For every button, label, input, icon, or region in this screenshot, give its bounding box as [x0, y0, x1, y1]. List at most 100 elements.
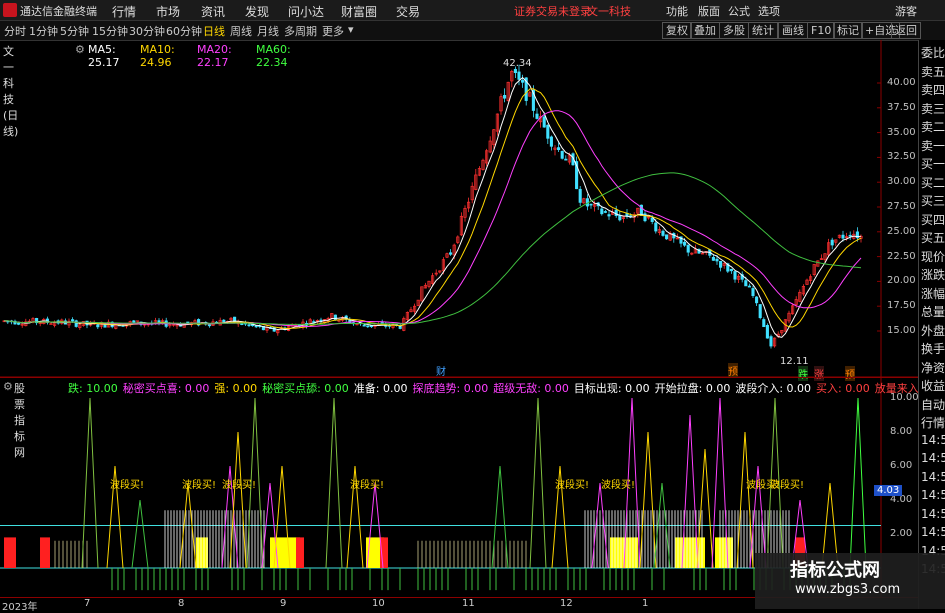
- side-panel-label[interactable]: 14:5: [921, 433, 945, 447]
- menu-item-shichang[interactable]: 市场: [156, 3, 180, 20]
- side-panel-label[interactable]: 行情: [921, 414, 945, 431]
- menu-item-jiaoyi[interactable]: 交易: [396, 3, 420, 20]
- ma60-line: [4, 172, 862, 325]
- indicator-value: 强: 0.00: [214, 382, 258, 395]
- indicator-spike: [131, 499, 149, 569]
- period-tab[interactable]: 30分钟: [129, 23, 165, 39]
- guest-label[interactable]: 游客: [895, 3, 917, 19]
- side-panel-label[interactable]: 卖五: [921, 63, 945, 80]
- period-tab[interactable]: 5分钟: [60, 23, 89, 39]
- side-panel-label[interactable]: 14:5: [921, 451, 945, 465]
- candle-body: [17, 322, 21, 325]
- candle-body: [618, 214, 622, 221]
- period-tab[interactable]: 1分钟: [29, 23, 58, 39]
- top-stock-name: 文一科技: [587, 5, 631, 18]
- side-panel-label[interactable]: 卖三: [921, 100, 945, 117]
- marker-die[interactable]: 跌: [798, 366, 808, 381]
- side-panel-label[interactable]: 外盘: [921, 322, 945, 339]
- stats-button[interactable]: 统计: [748, 22, 778, 39]
- marker-cai[interactable]: 财: [436, 363, 446, 378]
- candle-body: [600, 208, 604, 215]
- marker-yu[interactable]: 预: [728, 363, 738, 378]
- period-tab[interactable]: 周线: [230, 23, 252, 39]
- candle-body: [650, 217, 654, 222]
- side-panel-label[interactable]: 委比: [921, 44, 945, 61]
- menu-item-hangqing[interactable]: 行情: [112, 3, 136, 20]
- menu-item-wenxiaoda[interactable]: 问小达: [288, 3, 324, 20]
- menu-item-banmian[interactable]: 版面: [698, 3, 720, 19]
- side-panel-label[interactable]: 现价: [921, 248, 945, 265]
- menu-item-faxian[interactable]: 发现: [245, 3, 269, 20]
- candle-body: [71, 319, 75, 322]
- period-tab-active[interactable]: 日线: [203, 23, 225, 39]
- candle-body: [132, 320, 136, 323]
- side-panel-label[interactable]: 14:5: [921, 488, 945, 502]
- candle-body: [747, 285, 751, 288]
- back-button[interactable]: 返回: [891, 22, 921, 39]
- side-panel-label[interactable]: 卖二: [921, 118, 945, 135]
- candle-body: [654, 222, 658, 232]
- candle-body: [751, 288, 755, 297]
- side-panel-label[interactable]: 涨跌: [921, 266, 945, 283]
- candle-body: [765, 324, 769, 339]
- side-panel-label[interactable]: 总量: [921, 303, 945, 320]
- period-tab[interactable]: 15分钟: [92, 23, 128, 39]
- side-panel-label[interactable]: 买三: [921, 192, 945, 209]
- indicator-block: [4, 537, 16, 568]
- side-panel-label[interactable]: 14:5: [921, 507, 945, 521]
- menu-item-gongneng[interactable]: 功能: [666, 3, 688, 19]
- app-title: 通达信金融终端: [20, 5, 97, 18]
- indicator-tick: 6.00: [890, 460, 913, 471]
- indicator-spike: [81, 397, 99, 569]
- side-panel-label[interactable]: 14:5: [921, 470, 945, 484]
- candle-body: [369, 325, 373, 328]
- side-panel-label[interactable]: 净资: [921, 359, 945, 376]
- marker-yu2[interactable]: 预: [845, 366, 855, 381]
- ma5-line: [4, 76, 862, 338]
- mark-button[interactable]: 标记: [833, 22, 863, 39]
- period-tab[interactable]: 多周期: [284, 23, 317, 39]
- fuquan-button[interactable]: 复权: [662, 22, 692, 39]
- side-panel-label[interactable]: 涨幅: [921, 285, 945, 302]
- price-tick: 17.50: [887, 300, 916, 312]
- side-panel-label[interactable]: 买二: [921, 174, 945, 191]
- menu-item-caifuquan[interactable]: 财富圈: [341, 3, 377, 20]
- candle-body: [96, 324, 100, 328]
- side-panel-label[interactable]: 换手: [921, 340, 945, 357]
- period-tab[interactable]: 60分钟: [166, 23, 202, 39]
- more-chevron-icon[interactable]: ▾: [348, 23, 354, 36]
- side-panel-label[interactable]: 收益: [921, 377, 945, 394]
- f10-button[interactable]: F10: [807, 22, 836, 39]
- side-panel-label[interactable]: 卖四: [921, 81, 945, 98]
- menu-item-gongshi[interactable]: 公式: [728, 3, 750, 19]
- price-tick: 30.00: [887, 176, 916, 188]
- indicator-gear-icon[interactable]: ⚙: [3, 380, 13, 393]
- side-panel-label[interactable]: 买四: [921, 211, 945, 228]
- candle-body: [564, 158, 568, 161]
- login-status[interactable]: 证券交易未登录: [514, 3, 591, 19]
- side-panel-label[interactable]: 自动: [921, 396, 945, 413]
- x-tick: 11: [462, 598, 475, 609]
- draw-button[interactable]: 画线: [778, 22, 808, 39]
- period-tab[interactable]: 分时: [4, 23, 26, 39]
- side-panel-label[interactable]: 14:5: [921, 525, 945, 539]
- side-panel-label[interactable]: 卖一: [921, 137, 945, 154]
- period-tab-more[interactable]: 更多: [322, 23, 344, 39]
- side-panel-label[interactable]: 买五: [921, 229, 945, 246]
- kline-chart[interactable]: [0, 40, 918, 597]
- menu-item-zixun[interactable]: 资讯: [201, 3, 225, 20]
- indicator-block: [715, 537, 733, 568]
- candle-body: [49, 323, 53, 325]
- indicator-tick: 10.00: [890, 392, 919, 403]
- indicator-value: 波段介入: 0.00: [735, 382, 812, 395]
- indicator-block: [40, 537, 50, 568]
- multi-stock-button[interactable]: 多股: [719, 22, 749, 39]
- period-tab[interactable]: 月线: [257, 23, 279, 39]
- callout-bodongmai: 波段买!: [350, 480, 385, 491]
- ma20-line: [4, 110, 862, 328]
- candle-body: [683, 241, 687, 246]
- menu-item-xuanxiang[interactable]: 选项: [758, 3, 780, 19]
- overlay-button[interactable]: 叠加: [690, 22, 720, 39]
- side-panel-label[interactable]: 买一: [921, 155, 945, 172]
- marker-zhang[interactable]: 涨: [814, 366, 824, 381]
